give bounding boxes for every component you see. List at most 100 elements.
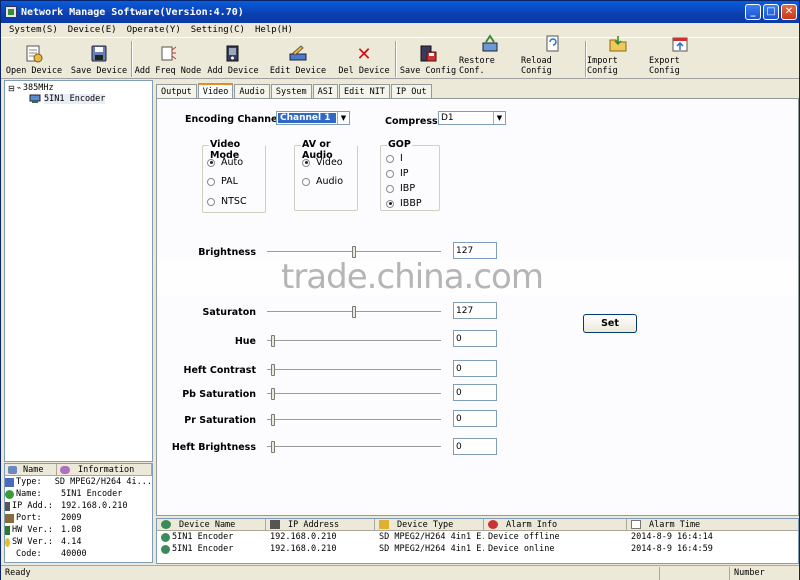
compress-select[interactable]: D1 ▼ xyxy=(438,111,506,125)
video-mode-ntsc-radio[interactable]: NTSC xyxy=(207,196,247,207)
pb-saturation-label: Pb Saturation xyxy=(182,389,256,400)
gop-i-radio[interactable]: I xyxy=(386,153,403,164)
status-bar: Ready Number xyxy=(1,565,799,580)
menu-operate[interactable]: Operate(Y) xyxy=(127,25,181,35)
menu-system[interactable]: System(S) xyxy=(9,25,58,35)
heft-contrast-slider[interactable] xyxy=(267,363,441,377)
heft-brightness-slider[interactable] xyxy=(267,440,441,454)
tab-edit-nit[interactable]: Edit NIT xyxy=(338,84,390,99)
add-freq-node-icon xyxy=(158,44,178,64)
gop-ip-radio[interactable]: IP xyxy=(386,168,409,179)
tab-audio[interactable]: Audio xyxy=(234,84,270,99)
pr-saturation-slider[interactable] xyxy=(267,413,441,427)
pb-saturation-value[interactable]: 0 xyxy=(453,384,497,401)
radio-empty-icon xyxy=(207,177,215,186)
type-icon xyxy=(5,477,14,487)
save-config-icon xyxy=(418,44,438,64)
tab-output[interactable]: Output xyxy=(156,84,197,99)
tab-video[interactable]: Video xyxy=(197,83,234,99)
alarm-header: Device Name IP Address Device Type Alarm… xyxy=(157,519,798,531)
slider-thumb[interactable] xyxy=(271,335,275,347)
info-column-icon xyxy=(60,465,70,474)
alarm-list[interactable]: Device Name IP Address Device Type Alarm… xyxy=(156,518,799,564)
restore-conf-button[interactable]: Restore Conf. xyxy=(459,34,521,79)
close-button[interactable]: ✕ xyxy=(781,4,797,20)
slider-thumb[interactable] xyxy=(271,388,275,400)
collapse-icon[interactable]: ⊟ xyxy=(8,84,15,93)
title-bar[interactable]: Network Manage Software(Version:4.70) _ … xyxy=(1,1,799,23)
table-row[interactable]: 5IN1 Encoder 192.168.0.210 SD MPEG2/H264… xyxy=(157,531,798,543)
alarm-col-device-name[interactable]: Device Name xyxy=(157,519,266,530)
reload-config-button[interactable]: Reload Config xyxy=(521,35,585,79)
av-video-radio[interactable]: Video xyxy=(302,157,343,168)
minimize-button[interactable]: _ xyxy=(745,4,761,20)
saturation-slider[interactable] xyxy=(267,305,441,319)
slider-thumb[interactable] xyxy=(271,441,275,453)
video-mode-auto-radio[interactable]: Auto xyxy=(207,157,243,168)
alarm-col-device-type[interactable]: Device Type xyxy=(375,519,484,530)
tab-asi[interactable]: ASI xyxy=(312,84,338,99)
video-mode-pal-radio[interactable]: PAL xyxy=(207,176,238,187)
info-row-sw: SW Ver.: 4.14 xyxy=(5,536,152,548)
hue-value[interactable]: 0 xyxy=(453,330,497,347)
saturation-value[interactable]: 127 xyxy=(453,302,497,319)
table-row[interactable]: 5IN1 Encoder 192.168.0.210 SD MPEG2/H264… xyxy=(157,543,798,555)
edit-device-button[interactable]: Edit Device xyxy=(263,39,333,79)
alarm-col-ip-address[interactable]: IP Address xyxy=(266,519,375,530)
slider-thumb[interactable] xyxy=(352,306,356,318)
app-icon xyxy=(5,6,17,18)
reload-config-icon xyxy=(543,34,563,54)
hue-slider[interactable] xyxy=(267,334,441,348)
gop-ibbp-radio[interactable]: IBBP xyxy=(386,198,422,209)
info-header-name[interactable]: Name xyxy=(5,464,57,475)
encoding-channel-value: Channel 1 xyxy=(278,113,336,123)
heft-brightness-value[interactable]: 0 xyxy=(453,438,497,455)
tree-node-encoder[interactable]: 5IN1 Encoder xyxy=(29,94,106,104)
av-audio-radio[interactable]: Audio xyxy=(302,176,343,187)
tab-ip-out[interactable]: IP Out xyxy=(390,84,432,99)
radio-empty-icon xyxy=(302,177,310,186)
tab-system[interactable]: System xyxy=(270,84,312,99)
gop-ibp-radio[interactable]: IBP xyxy=(386,183,415,194)
name-column-icon xyxy=(8,465,17,474)
add-freq-node-button[interactable]: Add Freq Node xyxy=(133,39,203,79)
slider-thumb[interactable] xyxy=(271,414,275,426)
pr-saturation-value[interactable]: 0 xyxy=(453,410,497,427)
encoding-channel-label: Encoding Channel: xyxy=(185,114,285,125)
tree-node-freq[interactable]: ⊟ ⌁ 385MHz xyxy=(8,83,54,93)
import-config-button[interactable]: Import Config xyxy=(587,36,649,79)
alarm-col-alarm-info[interactable]: Alarm Info xyxy=(484,519,627,530)
chevron-down-icon[interactable]: ▼ xyxy=(337,112,349,124)
add-device-button[interactable]: Add Device xyxy=(203,39,263,79)
open-device-button[interactable]: Open Device xyxy=(1,39,67,79)
brightness-label: Brightness xyxy=(198,247,256,258)
chevron-down-icon[interactable]: ▼ xyxy=(493,112,505,124)
heft-contrast-value[interactable]: 0 xyxy=(453,360,497,377)
encoding-channel-select[interactable]: Channel 1 ▼ xyxy=(276,111,350,125)
alarm-col-alarm-time[interactable]: Alarm Time xyxy=(627,519,798,530)
menu-device[interactable]: Device(E) xyxy=(68,25,117,35)
set-button[interactable]: Set xyxy=(583,314,637,333)
radio-selected-icon xyxy=(302,158,310,167)
maximize-button[interactable]: □ xyxy=(763,4,779,20)
tree-node-encoder-label: 5IN1 Encoder xyxy=(44,94,106,104)
hardware-icon xyxy=(5,525,11,535)
info-row-code: Code: 40000 xyxy=(16,549,87,559)
slider-thumb[interactable] xyxy=(271,364,275,376)
open-device-icon xyxy=(24,44,44,64)
menu-help[interactable]: Help(H) xyxy=(255,25,293,35)
device-tree[interactable]: ⊟ ⌁ 385MHz 5IN1 Encoder xyxy=(4,80,153,462)
device-name-icon xyxy=(161,520,171,529)
status-text: Ready xyxy=(5,568,31,578)
alarm-time-icon xyxy=(631,520,641,529)
gop-group: GOP I IP IBP IBBP xyxy=(380,139,440,211)
save-config-button[interactable]: Save Config xyxy=(397,39,459,79)
import-config-icon xyxy=(608,34,628,54)
pb-saturation-slider[interactable] xyxy=(267,387,441,401)
menu-setting[interactable]: Setting(C) xyxy=(191,25,245,35)
info-header-information[interactable]: Information xyxy=(57,464,152,475)
save-device-button[interactable]: Save Device xyxy=(67,39,131,79)
export-config-icon xyxy=(670,34,690,54)
export-config-button[interactable]: Export Config xyxy=(649,37,711,79)
del-device-button[interactable]: ✕ Del Device xyxy=(333,39,395,79)
